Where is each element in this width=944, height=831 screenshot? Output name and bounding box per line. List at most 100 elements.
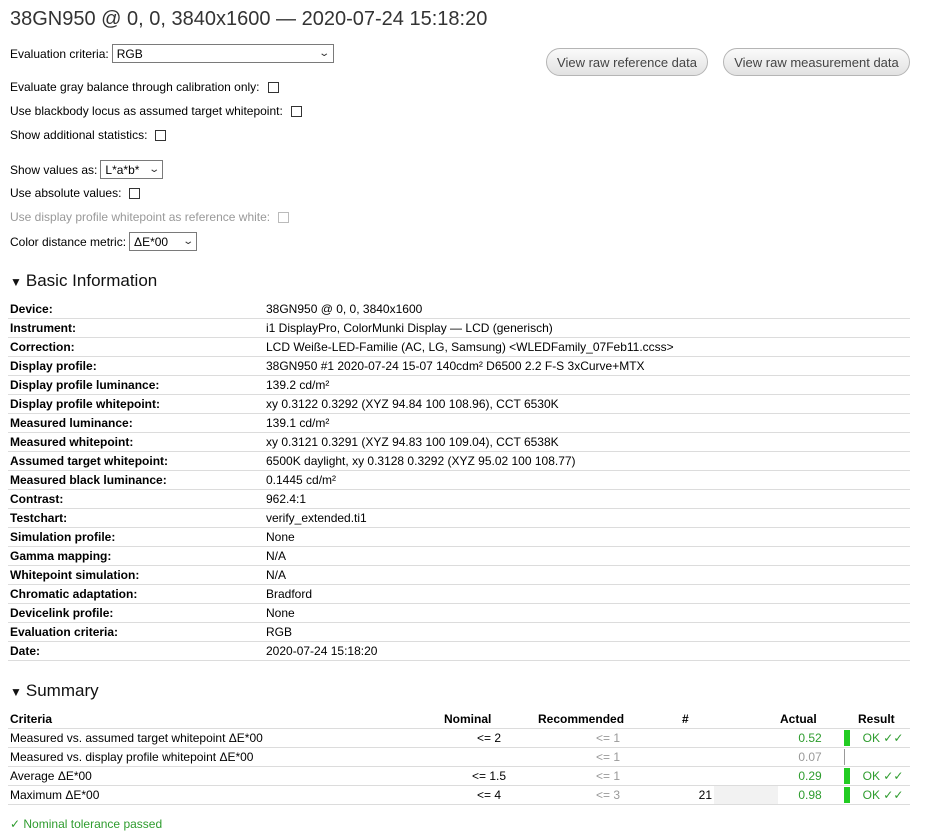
nominal-header: Nominal [442,710,536,729]
info-key: Measured luminance: [8,413,264,433]
info-key: Date: [8,641,264,661]
info-row: Display profile luminance: 139.2 cd/m² [8,375,910,395]
info-row: Contrast: 962.4:1 [8,489,910,509]
additional-stats-row: Show additional statistics: [10,128,167,142]
show-values-label: Show values as: [10,162,98,177]
spacer-cell [714,728,778,748]
info-key: Display profile: [8,356,264,376]
spacer-cell [714,766,778,786]
info-value: 139.1 cd/m² [264,413,910,433]
criteria-cell: Measured vs. assumed target whitepoint Δ… [8,728,442,748]
actual-cell: 0.52 [778,728,842,748]
view-raw-reference-button[interactable]: View raw reference data [546,48,708,76]
count-cell: 21 [680,785,714,805]
count-cell [680,728,714,748]
criteria-cell: Maximum ΔE*00 [8,785,442,805]
actual-header: Actual [778,710,842,729]
info-value: 962.4:1 [264,489,910,509]
page-title: 38GN950 @ 0, 0, 3840x1600 — 2020-07-24 1… [10,8,488,30]
info-row: Simulation profile: None [8,527,910,547]
additional-stats-checkbox[interactable] [155,129,167,141]
result-cell: OK ✓✓ [856,766,910,786]
info-row: Measured whitepoint: xy 0.3121 0.3291 (XY… [8,432,910,452]
evaluation-criteria-select[interactable]: RGB ⌄ [111,44,334,63]
actual-cell: 0.07 [778,747,842,767]
result-bar [844,730,850,746]
result-bar [844,787,850,803]
bar-cell [842,766,856,786]
recommended-cell: <= 3 [536,785,680,805]
display-whitepoint-label: Use display profile whitepoint as refere… [10,210,271,224]
gray-balance-checkbox[interactable] [267,81,279,93]
info-value: None [264,527,910,547]
info-value: i1 DisplayPro, ColorMunki Display — LCD … [264,318,910,338]
recommended-cell: <= 1 [536,747,680,767]
info-value: 38GN950 @ 0, 0, 3840x1600 [264,300,910,319]
show-values-value: L*a*b* [105,162,140,177]
info-row: Whitepoint simulation: N/A [8,565,910,585]
blackbody-checkbox[interactable] [290,105,302,117]
bar-header [842,710,856,729]
info-key: Chromatic adaptation: [8,584,264,604]
absolute-values-row: Use absolute values: [10,186,141,200]
gray-balance-label: Evaluate gray balance through calibratio… [10,80,260,94]
info-value: 0.1445 cd/m² [264,470,910,490]
result-bar [844,768,850,784]
info-value: Bradford [264,584,910,604]
info-value: 2020-07-24 15:18:20 [264,641,910,661]
triangle-down-icon: ▼ [10,685,22,699]
recommended-cell: <= 1 [536,766,680,786]
summary-header-row: Criteria Nominal Recommended # Actual Re… [8,710,910,729]
info-value: 38GN950 #1 2020-07-24 15-07 140cdm² D650… [264,356,910,376]
info-row: Measured luminance: 139.1 cd/m² [8,413,910,433]
info-row: Testchart: verify_extended.ti1 [8,508,910,528]
info-value: 139.2 cd/m² [264,375,910,395]
info-row: Chromatic adaptation: Bradford [8,584,910,604]
info-value: LCD Weiße-LED-Familie (AC, LG, Samsung) … [264,337,910,357]
gray-balance-row: Evaluate gray balance through calibratio… [10,80,279,94]
show-values-select[interactable]: L*a*b* ⌄ [100,160,164,179]
info-value: N/A [264,565,910,585]
summary-toggle[interactable]: ▼ Summary [10,681,99,701]
result-cell [856,747,910,767]
info-key: Measured black luminance: [8,470,264,490]
summary-row: Measured vs. assumed target whitepoint Δ… [8,728,910,748]
count-cell [680,766,714,786]
basic-information-toggle[interactable]: ▼ Basic Information [10,271,157,291]
info-row: Measured black luminance: 0.1445 cd/m² [8,470,910,490]
color-distance-row: Color distance metric: ΔE*00 ⌄ [10,232,198,251]
info-key: Contrast: [8,489,264,509]
info-key: Instrument: [8,318,264,338]
info-row: Device: 38GN950 @ 0, 0, 3840x1600 [8,300,910,319]
info-key: Assumed target whitepoint: [8,451,264,471]
bar-cell [842,728,856,748]
summary-row: Measured vs. display profile whitepoint … [8,747,910,767]
spacer-cell [714,747,778,767]
info-key: Gamma mapping: [8,546,264,566]
basic-information-table: Device: 38GN950 @ 0, 0, 3840x1600 Instrume… [8,300,910,661]
info-key: Display profile whitepoint: [8,394,264,414]
additional-stats-label: Show additional statistics: [10,128,148,142]
info-key: Measured whitepoint: [8,432,264,452]
spacer-header [714,710,778,729]
view-raw-measurement-button[interactable]: View raw measurement data [723,48,910,76]
info-row: Devicelink profile: None [8,603,910,623]
triangle-down-icon: ▼ [10,275,22,289]
info-value: N/A [264,546,910,566]
info-value: verify_extended.ti1 [264,508,910,528]
nominal-cell: <= 2 [442,728,536,748]
chevron-down-icon: ⌄ [181,236,194,247]
recommended-header: Recommended [536,710,680,729]
result-bar [844,749,845,765]
color-distance-select[interactable]: ΔE*00 ⌄ [129,232,198,251]
criteria-header: Criteria [8,710,442,729]
info-key: Correction: [8,337,264,357]
info-row: Assumed target whitepoint: 6500K daylight… [8,451,910,471]
info-value: None [264,603,910,623]
actual-cell: 0.98 [778,785,842,805]
info-row: Display profile whitepoint: xy 0.3122 0.3… [8,394,910,414]
info-value: xy 0.3121 0.3291 (XYZ 94.83 100 109.04),… [264,432,910,452]
info-row: Gamma mapping: N/A [8,546,910,566]
recommended-cell: <= 1 [536,728,680,748]
absolute-values-checkbox[interactable] [129,187,141,199]
